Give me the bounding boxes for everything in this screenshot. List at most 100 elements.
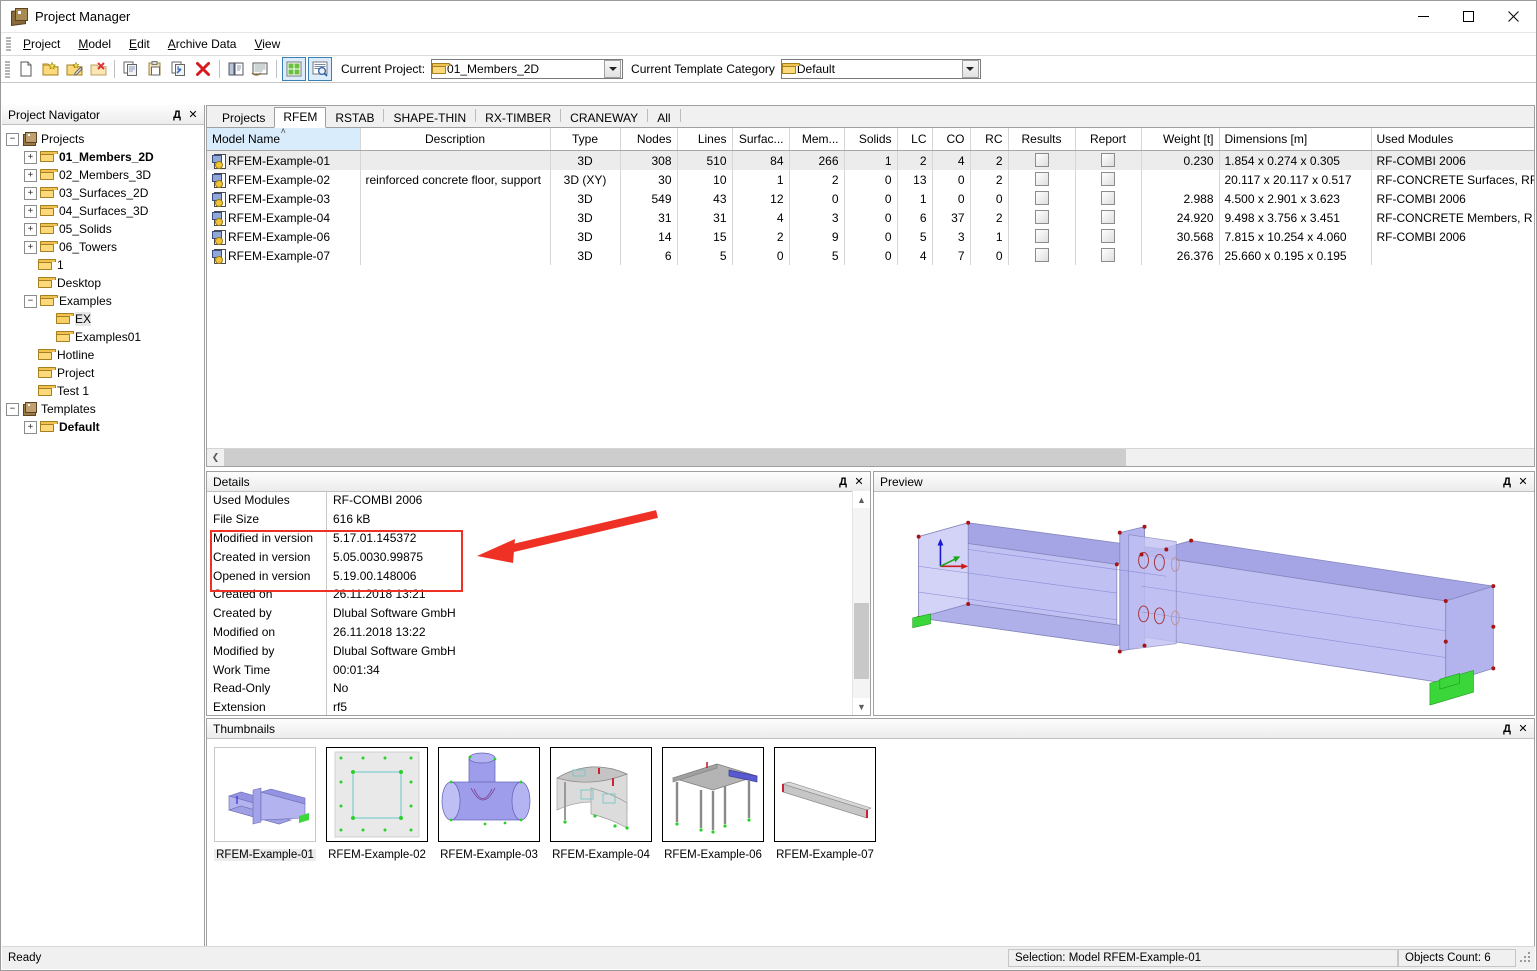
scroll-thumb[interactable]	[224, 449, 1126, 466]
column-header-dimensions[interactable]: Dimensions [m]	[1219, 128, 1372, 151]
tab-craneway[interactable]: CRANEWAY	[561, 108, 647, 128]
column-header-results[interactable]: Results	[1008, 128, 1076, 151]
expand-icon[interactable]: +	[24, 204, 37, 218]
collapse-icon[interactable]: −	[6, 402, 19, 416]
report-checkbox[interactable]	[1101, 229, 1115, 243]
tree-item-default[interactable]: + Default	[6, 418, 204, 436]
menu-view[interactable]: View	[245, 35, 289, 53]
cell-results[interactable]	[1008, 170, 1076, 189]
results-checkbox[interactable]	[1034, 153, 1049, 167]
results-checkbox[interactable]	[1034, 210, 1049, 224]
column-header-lc[interactable]: LC	[897, 128, 933, 151]
close-button[interactable]	[1491, 1, 1536, 32]
column-header-description[interactable]: Description	[360, 128, 551, 151]
copy-icon[interactable]	[120, 58, 142, 80]
thumbnail-image-canopy-frame[interactable]	[662, 747, 764, 842]
tree-item-examples[interactable]: − Examples	[6, 292, 204, 310]
pin-icon[interactable]: Д	[836, 474, 850, 489]
cell-report[interactable]	[1075, 189, 1142, 208]
report-checkbox[interactable]	[1101, 153, 1115, 167]
resize-grip[interactable]	[1519, 951, 1533, 965]
expand-icon[interactable]: +	[24, 186, 37, 200]
compare-icon[interactable]	[225, 58, 247, 80]
report-checkbox[interactable]	[1101, 210, 1115, 224]
cell-results[interactable]	[1008, 150, 1076, 170]
table-row[interactable]: RFEM-Example-06 3D 14 15 2 9 0 5 3 1 30.568 7.815 x…	[207, 227, 1534, 246]
tree-item-1[interactable]: 1	[6, 256, 204, 274]
pin-icon[interactable]: Д	[1500, 721, 1514, 736]
chevron-down-icon[interactable]	[604, 60, 622, 78]
report-checkbox[interactable]	[1101, 172, 1115, 186]
details-vertical-scrollbar[interactable]: ▲ ▼	[852, 491, 870, 715]
column-header-members[interactable]: Mem...	[789, 128, 845, 151]
expand-icon[interactable]: +	[24, 222, 37, 236]
scroll-up-icon[interactable]: ▲	[853, 491, 870, 508]
pin-icon[interactable]: Д	[170, 107, 184, 122]
tab-all[interactable]: All	[648, 108, 679, 128]
tree-item-02-members-3d[interactable]: +02_Members_3D	[6, 166, 204, 184]
tree-item-01-members-2d[interactable]: +01_Members_2D	[6, 148, 204, 166]
column-header-surfaces[interactable]: Surfac...	[732, 128, 790, 151]
results-checkbox[interactable]	[1034, 172, 1049, 186]
results-checkbox[interactable]	[1034, 229, 1049, 243]
column-header-co[interactable]: CO	[932, 128, 971, 151]
menu-grip[interactable]	[6, 36, 11, 52]
table-row[interactable]: RFEM-Example-04 3D 31 31 4 3 0 6 37 2 24.920 9.498 …	[207, 208, 1534, 227]
column-header-solids[interactable]: Solids	[844, 128, 898, 151]
scroll-thumb[interactable]	[854, 603, 869, 679]
column-header-report[interactable]: Report	[1075, 128, 1142, 151]
cell-report[interactable]	[1075, 227, 1142, 246]
expand-icon[interactable]: +	[24, 420, 37, 434]
expand-icon[interactable]: +	[24, 150, 37, 164]
maximize-button[interactable]	[1446, 1, 1491, 32]
chevron-down-icon[interactable]	[961, 60, 979, 78]
column-header-rc[interactable]: RC	[970, 128, 1009, 151]
expand-icon[interactable]: +	[24, 240, 37, 254]
column-header-weight[interactable]: Weight [t]	[1141, 128, 1220, 151]
column-header-lines[interactable]: Lines	[677, 128, 733, 151]
table-row[interactable]: RFEM-Example-01 3D 308 510 84 266 1 2 4 2 0.230 1.8…	[207, 150, 1534, 170]
thumbnail-item[interactable]: RFEM-Example-02	[326, 747, 428, 861]
tree-item-test-1[interactable]: Test 1	[6, 382, 204, 400]
tab-rfem[interactable]: RFEM	[274, 107, 327, 128]
current-template-combo[interactable]: Default	[780, 59, 981, 79]
toolbar-grip[interactable]	[5, 60, 10, 78]
column-header-nodes[interactable]: Nodes	[620, 128, 678, 151]
tab-rstab[interactable]: RSTAB	[326, 108, 383, 128]
expand-icon[interactable]: +	[24, 168, 37, 182]
menu-model[interactable]: Model	[69, 35, 120, 53]
thumbnail-item[interactable]: RFEM-Example-04	[550, 747, 652, 861]
close-icon[interactable]: ✕	[1516, 721, 1530, 736]
tree-item-desktop[interactable]: Desktop	[6, 274, 204, 292]
tree-item-project[interactable]: Project	[6, 364, 204, 382]
table-row[interactable]: RFEM-Example-03 3D 549 43 12 0 0 1 0 0 2.988 4.500 …	[207, 189, 1534, 208]
paste-icon[interactable]	[144, 58, 166, 80]
menu-edit[interactable]: Edit	[120, 35, 159, 53]
cell-results[interactable]	[1008, 189, 1076, 208]
thumbnail-image-slab-plan[interactable]	[326, 747, 428, 842]
thumbnail-item[interactable]: RFEM-Example-01	[214, 747, 316, 861]
tree-item-ex[interactable]: EX	[6, 310, 204, 328]
tree-item-templates[interactable]: − Templates	[6, 400, 204, 418]
thumbnail-image-curved-wall[interactable]	[550, 747, 652, 842]
column-header-modules[interactable]: Used Modules	[1371, 128, 1534, 151]
detail-view-icon[interactable]	[308, 57, 332, 81]
new-folder-icon[interactable]	[39, 58, 61, 80]
preview-3d-viewport[interactable]	[878, 495, 1530, 711]
thumbnail-image-beam-splice[interactable]	[214, 747, 316, 842]
menu-project[interactable]: Project	[14, 35, 69, 53]
tab-projects[interactable]: Projects	[213, 108, 274, 128]
thumbnail-image-single-beam[interactable]	[774, 747, 876, 842]
tree-item-hotline[interactable]: Hotline	[6, 346, 204, 364]
column-header-type[interactable]: Type	[550, 128, 621, 151]
current-project-combo[interactable]: 01_Members_2D	[431, 59, 624, 79]
tree-item-06-towers[interactable]: +06_Towers	[6, 238, 204, 256]
results-checkbox[interactable]	[1034, 191, 1049, 205]
thumbnail-item[interactable]: RFEM-Example-03	[438, 747, 540, 861]
report-checkbox[interactable]	[1101, 248, 1115, 262]
collapse-icon[interactable]: −	[6, 132, 19, 146]
collapse-icon[interactable]: −	[24, 294, 37, 308]
scroll-track[interactable]	[853, 508, 870, 698]
thumbnail-item[interactable]: RFEM-Example-06	[662, 747, 764, 861]
thumbnail-view-icon[interactable]	[282, 57, 306, 81]
